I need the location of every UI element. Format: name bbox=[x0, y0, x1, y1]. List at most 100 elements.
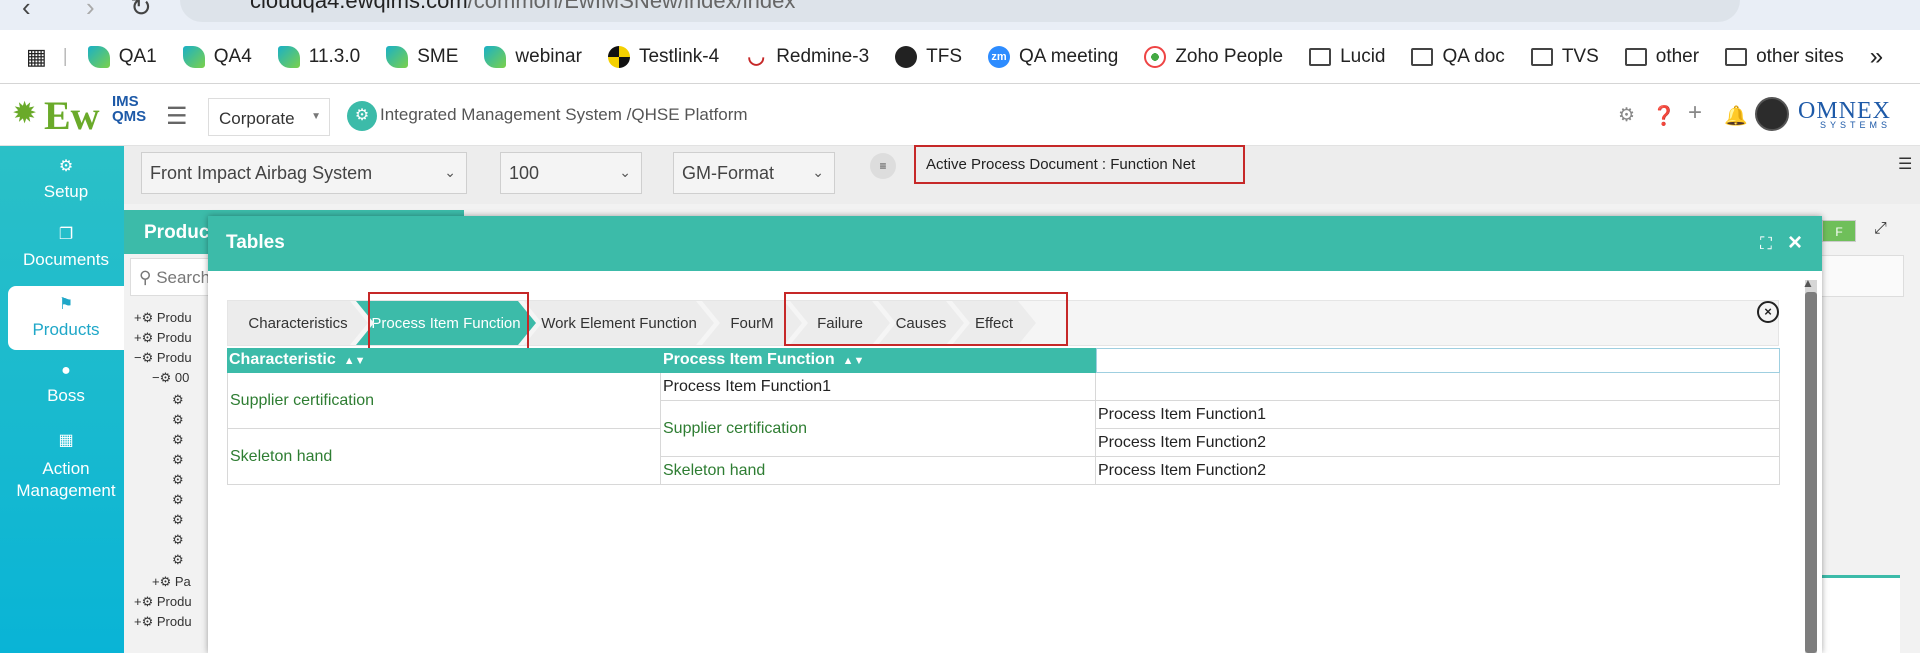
table-cell[interactable]: Process Item Function1 bbox=[661, 373, 1096, 401]
bookmark-redmine[interactable]: ◡ Redmine-3 bbox=[745, 46, 869, 69]
modal-header bbox=[208, 216, 1822, 271]
logo-sun-icon: ✹ bbox=[12, 97, 38, 130]
tab-work-element-function[interactable]: Work Element Function bbox=[524, 301, 714, 345]
bookmark-qa-doc[interactable]: QA doc bbox=[1411, 46, 1505, 68]
table-cell[interactable] bbox=[1096, 373, 1780, 401]
table-cell[interactable]: Skeleton hand bbox=[661, 457, 1096, 485]
bookmark-qa-meeting[interactable]: zm QA meeting bbox=[988, 45, 1118, 68]
feather-icon bbox=[484, 45, 507, 68]
folder-icon bbox=[1725, 47, 1748, 66]
dropdown-arrow-icon: ▼ bbox=[311, 111, 321, 122]
table-cell[interactable]: Process Item Function2 bbox=[1096, 429, 1780, 457]
layers-icon[interactable]: ≡ bbox=[870, 153, 896, 179]
sort-icon[interactable]: ▲▼ bbox=[344, 355, 366, 367]
bookmark-webinar[interactable]: webinar bbox=[484, 45, 582, 68]
sidebar-item-documents[interactable]: ❐ Documents bbox=[8, 224, 124, 278]
filter-settings-icon[interactable]: ☰ bbox=[1898, 154, 1912, 174]
bookmark-sme[interactable]: SME bbox=[386, 45, 458, 68]
bookmarks-divider: | bbox=[62, 45, 68, 67]
column-header-characteristic[interactable]: Characteristic ▲▼ bbox=[227, 348, 661, 373]
column-header-process-item-function[interactable]: Process Item Function ▲▼ bbox=[661, 348, 1096, 373]
tree-node[interactable]: ⚙ bbox=[172, 392, 184, 408]
table-cell[interactable]: Process Item Function1 bbox=[1096, 401, 1780, 429]
search-icon: ⚲ bbox=[139, 268, 157, 287]
table-cell[interactable]: Supplier certification bbox=[227, 373, 661, 429]
tree-node[interactable]: +⚙ Produ bbox=[134, 614, 192, 630]
tree-node[interactable]: ⚙ bbox=[172, 512, 184, 528]
bookmark-qa1[interactable]: QA1 bbox=[87, 45, 157, 68]
chevron-down-icon: ⌄ bbox=[444, 164, 456, 180]
sidebar-item-action-management[interactable]: ▦ Action Management bbox=[8, 430, 124, 506]
omnex-logo-sub: SYSTEMS bbox=[1820, 120, 1892, 130]
user-icon: ● bbox=[61, 362, 71, 379]
table-cell[interactable]: Skeleton hand bbox=[227, 429, 661, 485]
forward-icon[interactable]: › bbox=[86, 0, 95, 23]
table-cell[interactable]: Supplier certification bbox=[661, 401, 1096, 457]
close-icon[interactable]: × bbox=[1788, 229, 1802, 257]
site-select[interactable]: Corporate ▼ bbox=[208, 98, 330, 136]
format-select[interactable]: GM-Format ⌄ bbox=[673, 152, 835, 194]
reload-icon[interactable]: ↻ bbox=[130, 0, 152, 23]
tree-node[interactable]: +⚙ Produ bbox=[134, 310, 192, 326]
bookmark-zoho[interactable]: Zoho People bbox=[1144, 45, 1283, 68]
tree-node[interactable]: −⚙ Produ bbox=[134, 350, 192, 366]
address-bar[interactable]: cloudqa4.ewqims.com/common/EwIMSNew/inde… bbox=[180, 0, 1740, 22]
bookmark-other[interactable]: other bbox=[1624, 46, 1699, 68]
folder-icon bbox=[1530, 47, 1553, 66]
hamburger-menu-icon[interactable]: ☰ bbox=[166, 102, 188, 131]
sidebar-item-setup[interactable]: ⚙ Setup bbox=[8, 156, 124, 210]
expand-icon[interactable]: ⤢ bbox=[1874, 220, 1887, 238]
bookmark-tvs[interactable]: TVS bbox=[1530, 46, 1599, 68]
avatar[interactable] bbox=[1755, 97, 1789, 131]
settings-gear-icon: ⚙ bbox=[347, 101, 377, 131]
tree-node[interactable]: +⚙ Produ bbox=[134, 330, 192, 346]
bookmark-tfs[interactable]: TFS bbox=[895, 45, 962, 68]
back-icon[interactable]: ‹ bbox=[22, 0, 31, 23]
add-icon[interactable]: + bbox=[1688, 99, 1702, 127]
modal-scrollbar-thumb[interactable] bbox=[1805, 292, 1817, 653]
close-circle-icon[interactable]: × bbox=[1757, 301, 1779, 323]
tree-node[interactable]: −⚙ 00 bbox=[152, 370, 189, 386]
revision-select[interactable]: 100 ⌄ bbox=[500, 152, 642, 194]
apps-icon[interactable]: ▦ bbox=[26, 44, 47, 70]
bookmark-qa4[interactable]: QA4 bbox=[182, 45, 252, 68]
zoom-icon: zm bbox=[988, 45, 1011, 68]
building-icon: ▦ bbox=[58, 432, 74, 449]
more-bookmarks-icon[interactable]: » bbox=[1870, 43, 1883, 71]
tree-node[interactable]: ⚙ bbox=[172, 412, 184, 428]
tree-node[interactable]: ⚙ bbox=[172, 532, 184, 548]
tree-node[interactable]: ⚙ bbox=[172, 452, 184, 468]
tree-node[interactable]: ⚙ bbox=[172, 472, 184, 488]
platform-title: Integrated Management System /QHSE Platf… bbox=[380, 105, 748, 124]
gear-icon[interactable]: ⚙ bbox=[1618, 104, 1635, 127]
tree-node[interactable]: +⚙ Produ bbox=[134, 594, 192, 610]
chevron-down-icon: ⌄ bbox=[812, 164, 824, 180]
logo-text: Ew bbox=[44, 93, 100, 138]
maximize-icon[interactable]: ⛶ bbox=[1760, 234, 1772, 254]
tree-node[interactable]: ⚙ bbox=[172, 552, 184, 568]
f-badge[interactable]: F bbox=[1822, 220, 1856, 242]
chevron-down-icon: ⌄ bbox=[619, 164, 631, 180]
tab-characteristics[interactable]: Characteristics bbox=[228, 301, 368, 345]
product-select[interactable]: Front Impact Airbag System ⌄ bbox=[141, 152, 467, 194]
sort-icon[interactable]: ▲▼ bbox=[843, 355, 865, 367]
bookmark-lucid[interactable]: Lucid bbox=[1309, 46, 1385, 68]
tree-node[interactable]: ⚙ bbox=[172, 432, 184, 448]
tree-node[interactable]: ⚙ bbox=[172, 492, 184, 508]
column-header-empty bbox=[1096, 348, 1780, 373]
scroll-up-icon[interactable]: ▲ bbox=[1802, 276, 1814, 290]
bell-icon[interactable]: 🔔 bbox=[1724, 104, 1748, 128]
tree-node[interactable]: +⚙ Pa bbox=[152, 574, 191, 590]
sidebar-item-boss[interactable]: ● Boss bbox=[8, 362, 124, 416]
sidebar-item-products[interactable]: ⚑ Products bbox=[8, 286, 124, 350]
bookmarks-bar: ▦ | QA1 QA4 11.3.0 SME webinar Testlink-… bbox=[0, 30, 1920, 84]
feather-icon bbox=[87, 45, 110, 68]
help-icon[interactable]: ❓ bbox=[1652, 104, 1676, 128]
table-cell[interactable]: Process Item Function2 bbox=[1096, 457, 1780, 485]
folder-icon bbox=[1309, 47, 1332, 66]
bookmark-testlink[interactable]: Testlink-4 bbox=[607, 45, 719, 68]
sidebar: ⚙ Setup ❐ Documents ⚑ Products ● Boss ▦ Actio… bbox=[0, 146, 124, 653]
bookmark-other-sites[interactable]: other sites bbox=[1725, 46, 1844, 68]
bookmark-1130[interactable]: 11.3.0 bbox=[277, 45, 360, 68]
globe-icon bbox=[895, 45, 918, 68]
